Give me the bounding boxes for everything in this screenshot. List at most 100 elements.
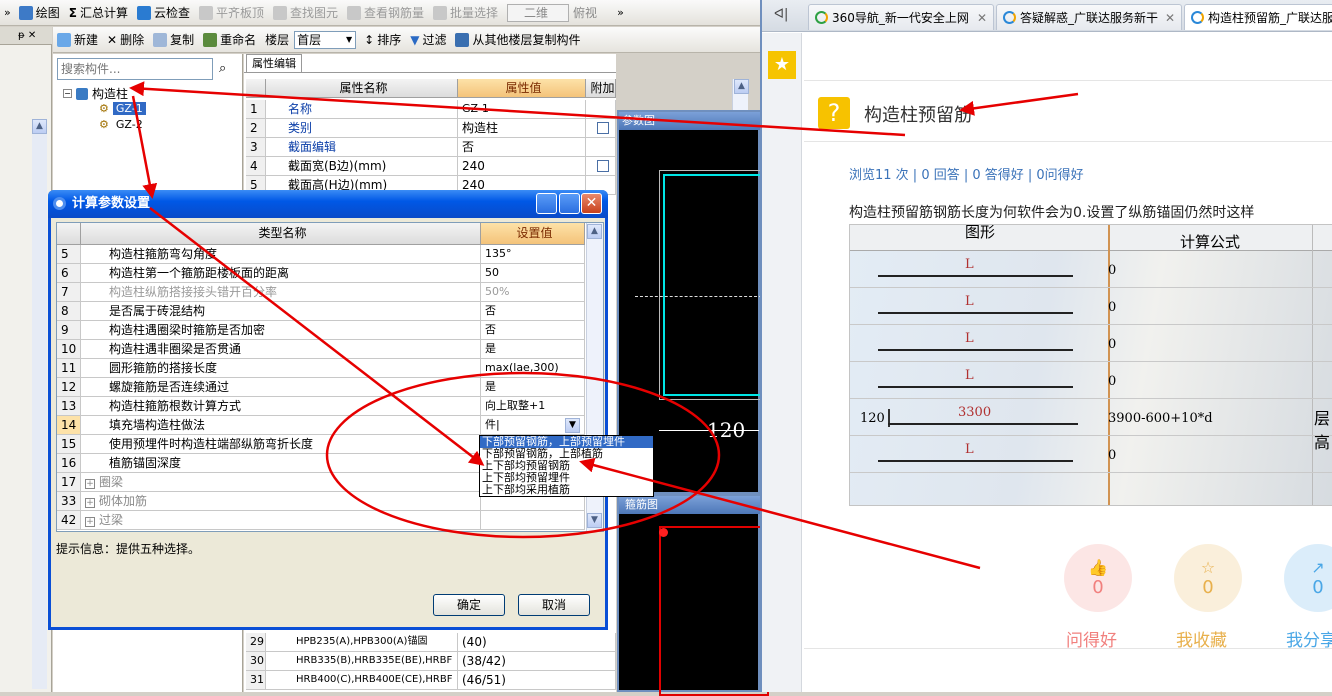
- rebar-line: [878, 349, 1073, 351]
- view-mode-select[interactable]: 俯视: [573, 4, 597, 21]
- find-element-button[interactable]: 查找图元: [273, 4, 338, 21]
- param-value[interactable]: 是: [481, 378, 585, 397]
- scroll-up-icon[interactable]: ▲: [587, 224, 602, 239]
- close-tab-icon[interactable]: ✕: [977, 11, 987, 25]
- view-rebar-button[interactable]: 查看钢筋量: [347, 4, 424, 21]
- dropdown-option[interactable]: 上下部均预留钢筋: [480, 460, 653, 472]
- dropdown-option[interactable]: 上下部均预留埋件: [480, 472, 653, 484]
- extra-checkbox[interactable]: [596, 160, 609, 172]
- param-value[interactable]: [481, 511, 585, 530]
- expand-icon[interactable]: +: [85, 498, 95, 508]
- prop-extra: [586, 119, 616, 138]
- param-name: 是否属于砖混结构: [81, 302, 481, 321]
- dock-scrollbar[interactable]: [32, 119, 47, 689]
- image-header-row: [850, 225, 1332, 251]
- maximize-button[interactable]: [559, 193, 580, 214]
- fill-wall-method-dropdown[interactable]: 下部预留钢筋，上部预留埋件 下部预留钢筋，上部植筋 上下部均预留钢筋 上下部均预留埋件…: [479, 435, 654, 497]
- rename-button[interactable]: 重命名: [203, 31, 256, 48]
- rebar-line: [878, 460, 1073, 462]
- scroll-up-icon[interactable]: ▲: [32, 119, 47, 134]
- cloud-check-button[interactable]: 云检查: [136, 4, 190, 21]
- tab-property-edit[interactable]: 属性编辑: [246, 54, 302, 72]
- delete-icon: ✕: [107, 32, 118, 47]
- chevron-icon[interactable]: »: [4, 6, 11, 19]
- dialog-app-icon: [53, 197, 66, 210]
- minimize-button[interactable]: [536, 193, 557, 214]
- search-icon[interactable]: ⌕: [219, 61, 226, 76]
- reaction-button[interactable]: ↗ 0: [1284, 544, 1332, 612]
- param-value[interactable]: 是: [481, 340, 585, 359]
- param-value[interactable]: 否: [481, 302, 585, 321]
- tree-item-gz2[interactable]: ⚙ GZ-2: [99, 118, 146, 131]
- dropdown-arrow-icon[interactable]: ▼: [565, 418, 580, 433]
- filter-icon: ▼: [410, 32, 420, 47]
- delete-button[interactable]: ✕ 删除: [107, 31, 144, 48]
- param-value[interactable]: max(lae,300): [481, 359, 585, 378]
- row-number: 11: [57, 359, 81, 378]
- sort-button[interactable]: ↕ 排序: [364, 31, 401, 48]
- expand-icon[interactable]: +: [85, 479, 95, 489]
- back-tab-icon[interactable]: ᐊ|: [774, 7, 788, 22]
- filter-button[interactable]: ▼ 过滤: [410, 31, 446, 48]
- prop-value[interactable]: GZ-1: [458, 100, 586, 119]
- scroll-down-icon[interactable]: ▼: [587, 513, 602, 528]
- batch-select-button[interactable]: 批量选择: [433, 4, 498, 21]
- rebar-line: [878, 386, 1073, 388]
- ok-button[interactable]: 确定: [433, 594, 505, 616]
- summary-calc-button[interactable]: Σ 汇总计算: [69, 4, 128, 21]
- scroll-up-icon[interactable]: ▲: [734, 79, 749, 94]
- collapse-icon[interactable]: −: [63, 89, 72, 98]
- param-value[interactable]: 否: [481, 321, 585, 340]
- image-shape-label: L: [965, 331, 974, 346]
- close-tab-icon[interactable]: ✕: [1165, 11, 1175, 25]
- browser-tab[interactable]: 答疑解惑_广联达服务新干 ✕: [996, 4, 1182, 30]
- tree-root[interactable]: − 构造柱: [63, 85, 128, 102]
- column-section: [663, 174, 773, 396]
- prop-value[interactable]: 240: [458, 157, 586, 176]
- prop-value[interactable]: (46/51): [458, 671, 616, 690]
- image-shape-label: L: [965, 294, 974, 309]
- align-top-button[interactable]: 平齐板顶: [198, 4, 264, 21]
- param-value[interactable]: 向上取整+1: [481, 397, 585, 416]
- tab-divider: [244, 72, 616, 73]
- row-number: 14: [57, 416, 81, 435]
- draw-button[interactable]: 绘图: [18, 4, 60, 21]
- image-formula-header: 计算公式: [1180, 233, 1241, 251]
- glodon-icon: [1191, 11, 1204, 24]
- component-toolbar: 新建 ✕ 删除 复制 重命名 楼层 首层 ▼ ↕ 排序 ▼ 过滤 从其他楼层复制构件: [53, 27, 760, 53]
- param-value[interactable]: 50%: [481, 283, 585, 302]
- image-table-row: L0: [850, 288, 1332, 325]
- prop-value[interactable]: 构造柱: [458, 119, 586, 138]
- prop-value[interactable]: 否: [458, 138, 586, 157]
- prop-value[interactable]: (40): [458, 633, 616, 652]
- tab-strip: ᐊ| 360导航_新一代安全上网 ✕ 答疑解惑_广联达服务新干 ✕ 构造柱预留筋_广…: [762, 0, 1332, 32]
- reaction-button[interactable]: 👍 0: [1064, 544, 1132, 612]
- copy-from-floor-button[interactable]: 从其他楼层复制构件: [455, 31, 580, 48]
- draw-icon: [18, 5, 33, 20]
- expand-icon[interactable]: +: [85, 517, 95, 527]
- image-shape-header: 图形: [965, 224, 996, 241]
- view-2d-select[interactable]: 二维: [507, 3, 570, 22]
- floor-select[interactable]: 首层 ▼: [294, 30, 357, 49]
- more-icon[interactable]: »: [617, 6, 624, 19]
- cancel-button[interactable]: 取消: [518, 594, 590, 616]
- browser-tab-active[interactable]: 构造柱预留筋_广联达服务: [1184, 4, 1332, 30]
- dropdown-option[interactable]: 下部预留钢筋，上部预留埋件: [480, 436, 653, 448]
- tree-item-gz1[interactable]: ⚙ GZ-1: [99, 102, 146, 115]
- reaction-button[interactable]: ☆ 0: [1174, 544, 1242, 612]
- floor-label: 楼层: [265, 33, 290, 47]
- star-icon[interactable]: ★: [768, 51, 796, 79]
- browser-window: ᐊ| 360导航_新一代安全上网 ✕ 答疑解惑_广联达服务新干 ✕ 构造柱预留筋_广…: [760, 0, 1332, 692]
- dropdown-option[interactable]: 下部预留钢筋，上部植筋: [480, 448, 653, 460]
- dropdown-option[interactable]: 上下部均采用植筋: [480, 484, 653, 496]
- extra-checkbox[interactable]: [596, 122, 609, 134]
- close-button[interactable]: ✕: [581, 193, 602, 214]
- copy-button[interactable]: 复制: [153, 31, 194, 48]
- browser-tab[interactable]: 360导航_新一代安全上网 ✕: [808, 4, 994, 30]
- param-value[interactable]: 135°: [481, 245, 585, 264]
- prop-value[interactable]: (38/42): [458, 652, 616, 671]
- new-button[interactable]: 新建: [57, 31, 98, 48]
- reaction-count: 0: [1202, 577, 1214, 598]
- search-input[interactable]: [57, 58, 213, 80]
- param-value[interactable]: 50: [481, 264, 585, 283]
